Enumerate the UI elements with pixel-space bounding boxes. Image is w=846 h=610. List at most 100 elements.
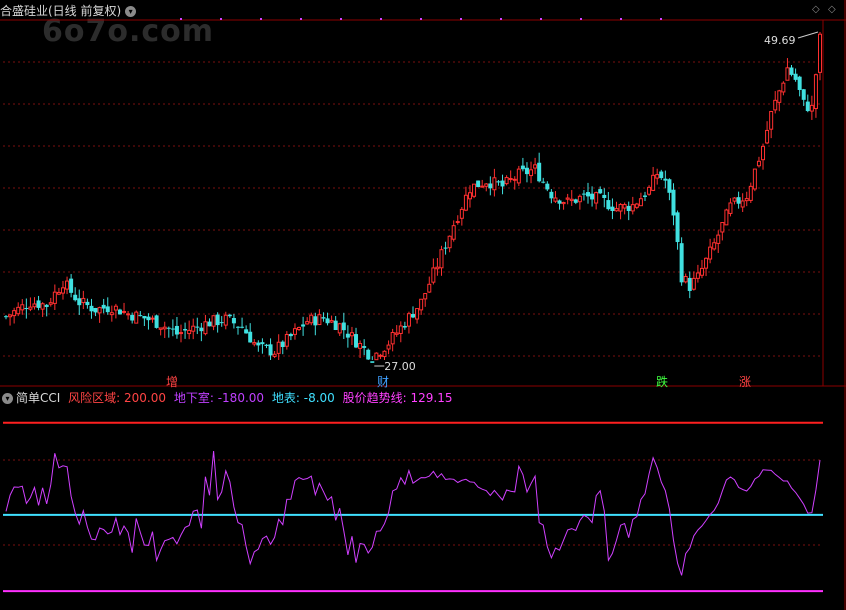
candle-body — [606, 200, 611, 210]
candle-body — [695, 272, 700, 279]
candle-body — [325, 318, 330, 324]
candle-body — [40, 303, 45, 310]
cci-line — [5, 450, 821, 576]
candle-body — [712, 242, 717, 250]
candle-body — [341, 322, 346, 331]
candle-body — [708, 246, 713, 260]
candle-body — [154, 315, 159, 328]
candle-body — [309, 314, 314, 324]
candle-body — [427, 283, 432, 293]
candle-body — [594, 192, 599, 204]
candle-body — [370, 361, 375, 363]
candle-body — [179, 332, 184, 335]
candle-body — [565, 197, 570, 200]
candle-body — [16, 306, 21, 315]
candle-body — [630, 204, 635, 212]
candle-body — [28, 306, 33, 310]
candle-body — [472, 183, 477, 197]
candle-body — [252, 342, 257, 345]
candle-body — [529, 169, 534, 177]
chevron-down-icon[interactable]: ▾ — [2, 393, 13, 404]
candle-body — [349, 332, 354, 337]
candle-body — [378, 354, 383, 357]
candle-body — [386, 344, 391, 350]
candle-body — [85, 301, 90, 306]
candle-body — [614, 208, 619, 212]
candle-body — [618, 203, 623, 212]
signal-label: 财 — [377, 375, 389, 389]
candle-body — [292, 328, 297, 335]
candle-body — [158, 327, 163, 330]
candle-body — [374, 352, 379, 361]
signal-label: 涨 — [739, 374, 751, 389]
candle-body — [20, 304, 25, 311]
candle-body — [610, 206, 615, 211]
top-marker-dot — [380, 18, 382, 20]
risk-zone-value: 200.00 — [124, 391, 167, 405]
candle-body — [170, 328, 175, 330]
candle-body — [122, 310, 127, 313]
candle-body — [199, 327, 204, 332]
candle-body — [219, 322, 224, 324]
candle-body — [504, 177, 509, 185]
candle-body — [32, 303, 37, 308]
candle-body — [590, 193, 595, 200]
candle-body — [73, 294, 78, 301]
candle-body — [317, 314, 322, 326]
candle-body — [162, 326, 167, 330]
candle-body — [805, 101, 810, 112]
candle-body — [211, 315, 216, 327]
candle-body — [553, 197, 558, 202]
top-marker-dot — [260, 18, 262, 20]
candle-body — [797, 76, 802, 90]
candle-body — [134, 311, 139, 324]
candle-body — [508, 177, 513, 180]
signal-label: 跌 — [656, 374, 668, 389]
candle-body — [785, 67, 790, 81]
basement-label: 地下室: — [173, 391, 214, 405]
trendline-value: 129.15 — [410, 391, 453, 405]
candle-body — [207, 321, 212, 327]
candle-body — [305, 321, 310, 325]
top-marker-dot — [340, 18, 342, 20]
top-marker-dot — [420, 18, 422, 20]
candle-body — [321, 317, 326, 319]
indicator-name[interactable]: 简单CCI — [16, 391, 60, 405]
candle-body — [752, 168, 757, 190]
candle-body — [4, 316, 8, 318]
candle-body — [651, 174, 656, 191]
candle-body — [533, 164, 538, 169]
candle-body — [260, 342, 265, 345]
indicator-header: ▾ 简单CCI 风险区域: 200.00 地下室: -180.00 地表: -8.… — [0, 389, 453, 407]
candle-body — [687, 277, 692, 291]
candle-body — [48, 302, 53, 305]
candle-body — [390, 332, 395, 345]
candle-body — [89, 305, 94, 312]
candle-body — [671, 189, 676, 216]
risk-zone-label: 风险区域: — [68, 391, 121, 405]
candle-body — [60, 287, 65, 294]
candle-body — [183, 329, 188, 331]
candle-body — [524, 167, 529, 175]
candle-body — [740, 200, 745, 208]
candle-body — [8, 314, 13, 318]
candle-body — [801, 89, 806, 100]
candle-body — [756, 160, 761, 167]
candle-body — [435, 266, 440, 270]
candle-body — [598, 189, 603, 194]
candle-body — [101, 304, 106, 309]
top-marker-dot — [620, 18, 622, 20]
basement-value: -180.00 — [217, 391, 265, 405]
candle-body — [284, 333, 289, 347]
candle-body — [586, 192, 591, 197]
candle-body — [537, 162, 542, 182]
candle-body — [781, 82, 786, 93]
candle-body — [545, 183, 550, 190]
candle-body — [496, 181, 501, 183]
candle-body — [459, 208, 464, 219]
candle-body — [484, 183, 489, 187]
top-marker-dot — [300, 18, 302, 20]
candle-body — [573, 199, 578, 203]
candle-body — [398, 325, 403, 334]
candle-body — [215, 314, 220, 326]
